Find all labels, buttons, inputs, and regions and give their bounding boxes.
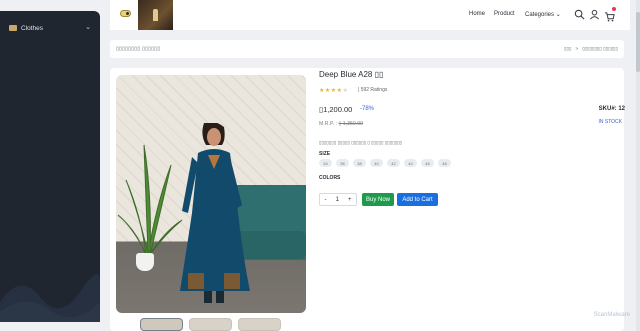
rating-stars-empty: ★ (342, 88, 349, 94)
search-icon[interactable] (574, 9, 585, 20)
sku: SKU#: 12 (598, 106, 625, 112)
page-title: ▯▯▯▯▯▯▯▯ ▯▯▯▯▯▯ (116, 46, 161, 52)
logo-mark (153, 9, 158, 21)
stock-status: IN STOCK (598, 119, 622, 125)
model-figure (180, 123, 250, 303)
nav-categories-label: Categories (525, 12, 555, 18)
size-option[interactable]: 42 (387, 159, 400, 167)
page-scrollbar[interactable] (636, 0, 640, 331)
plant-pot (136, 253, 154, 271)
size-label: SIZE (319, 151, 331, 157)
rating-stars-filled: ★★★★ (319, 88, 343, 94)
size-option[interactable]: 48 (438, 159, 451, 167)
nav-categories[interactable]: Categories ⌄ (525, 11, 561, 18)
sidebar: Clothes ⌄ (0, 11, 100, 322)
sidebar-item-label: Clothes (21, 24, 44, 32)
size-option[interactable]: 46 (421, 159, 434, 167)
user-icon[interactable] (589, 9, 600, 20)
clothes-icon (9, 25, 17, 31)
top-header: Home Product Categories ⌄ (110, 0, 630, 30)
rating-stars: ★★★★★ (319, 87, 348, 94)
rating-count[interactable]: | 592 Ratings (358, 87, 387, 93)
mrp-label: M.R.P. : (319, 121, 339, 127)
size-option[interactable]: 40 (370, 159, 383, 167)
nav-home[interactable]: Home (469, 11, 485, 17)
image-thumbnails (140, 318, 281, 331)
product-image[interactable] (116, 75, 306, 313)
sidebar-decoration (0, 274, 100, 322)
thumbnail-2[interactable] (189, 318, 232, 331)
chevron-down-icon: ⌄ (555, 12, 561, 18)
product-description: ▯▯▯▯▯▯▯ ▯▯▯▯▯ ▯▯▯▯▯▯ ▯ ▯▯▯▯▯ ▯▯▯▯▯▯▯ (319, 140, 403, 145)
plant-illustration (117, 144, 183, 257)
cart-badge (612, 7, 616, 11)
breadcrumb-current: ▯▯▯▯▯▯▯▯ ▯▯▯▯▯▯ (582, 46, 618, 51)
breadcrumb-trail: ▯▯▯ > ▯▯▯▯▯▯▯▯ ▯▯▯▯▯▯ (564, 46, 618, 52)
quantity-value[interactable]: 1 (336, 197, 339, 203)
thumbnail-3[interactable] (238, 318, 281, 331)
product-price: ▯1,200.00 (319, 105, 353, 114)
breadcrumb-separator: > (575, 46, 579, 51)
nav-product[interactable]: Product (494, 11, 515, 17)
colors-label: COLORS (319, 175, 341, 181)
add-to-cart-button[interactable]: Add to Cart (397, 193, 438, 206)
size-options: 34 36 38 40 42 44 46 48 (319, 159, 451, 167)
cart-icon (604, 12, 615, 22)
mrp: M.R.P. : ▯ 1,350.00 (319, 121, 363, 127)
quantity-decrease-button[interactable]: - (325, 197, 327, 203)
cart-button[interactable] (604, 7, 616, 22)
size-option[interactable]: 44 (404, 159, 417, 167)
watermark: ScanMalware (593, 312, 630, 318)
breadcrumb: ▯▯▯▯▯▯▯▯ ▯▯▯▯▯▯ ▯▯▯ > ▯▯▯▯▯▯▯▯ ▯▯▯▯▯▯ (110, 40, 624, 58)
size-option[interactable]: 36 (336, 159, 349, 167)
thumbnail-1[interactable] (140, 318, 183, 331)
theme-toggle[interactable] (120, 10, 131, 17)
brand-logo[interactable] (138, 0, 173, 30)
quantity-stepper: - 1 + (319, 193, 357, 206)
breadcrumb-home[interactable]: ▯▯▯ (564, 46, 571, 52)
chevron-down-icon: ⌄ (85, 24, 91, 31)
sidebar-item-clothes[interactable]: Clothes ⌄ (9, 20, 93, 36)
mrp-value: ▯ 1,350.00 (338, 121, 364, 127)
size-option[interactable]: 38 (353, 159, 366, 167)
product-title: Deep Blue A28 ▯▯ (319, 70, 384, 79)
scrollbar-thumb[interactable] (636, 12, 640, 72)
discount-badge: -78% (360, 106, 375, 112)
buy-now-button[interactable]: Buy Now (362, 193, 394, 206)
size-option[interactable]: 34 (319, 159, 332, 167)
quantity-increase-button[interactable]: + (348, 197, 352, 203)
